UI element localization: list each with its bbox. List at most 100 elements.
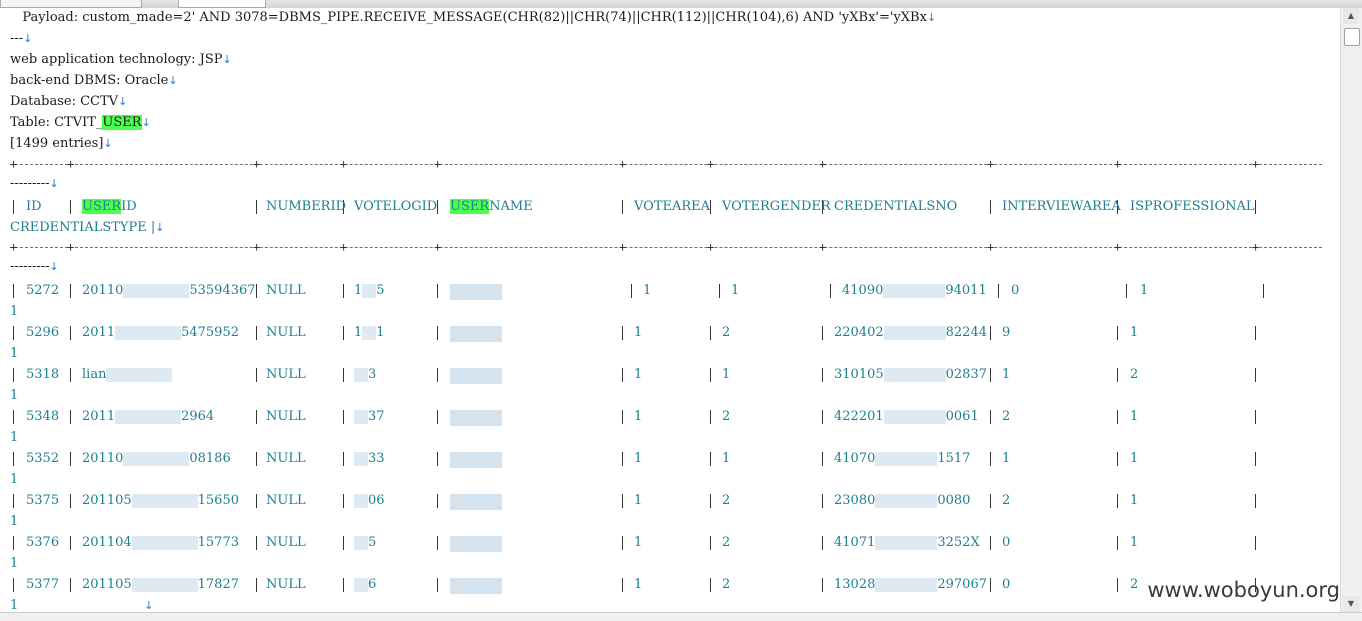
redacted-block (875, 536, 938, 550)
table-cell: 5352 (26, 451, 60, 466)
separator-plus: + (434, 157, 442, 171)
search-highlight: USER (450, 199, 490, 214)
table-cell: NULL (266, 283, 306, 298)
column-pipe (70, 326, 71, 340)
column-pipe (1117, 494, 1118, 508)
text-line: Table: CTVIT_USER↓ (10, 115, 151, 130)
separator-plus: + (819, 240, 827, 254)
separator-plus: + (819, 157, 827, 171)
column-pipe (13, 368, 14, 382)
redacted-block (450, 578, 502, 594)
column-pipe (343, 284, 344, 298)
tab-active[interactable] (178, 0, 266, 8)
column-header: USERID (82, 199, 137, 214)
separator-plus: + (253, 240, 261, 254)
vertical-scrollbar[interactable]: ▲ ▼ (1340, 8, 1362, 612)
column-pipe (1263, 284, 1264, 298)
table-cell: 37 (354, 410, 385, 424)
separator-plus: + (619, 157, 627, 171)
column-pipe (1117, 410, 1118, 424)
table-cell: 1 (1140, 283, 1149, 298)
column-header: USERNAME (450, 199, 533, 214)
table-cell (450, 578, 502, 598)
column-pipe (990, 452, 991, 466)
column-pipe (256, 452, 257, 466)
table-cell: 2 (722, 325, 731, 340)
column-header: ID (26, 199, 42, 214)
table-cell: 5272 (26, 283, 60, 298)
scroll-up-icon[interactable]: ▲ (1343, 8, 1359, 24)
separator-plus: + (1252, 240, 1260, 254)
table-cell: 1 (722, 451, 731, 466)
column-pipe (70, 536, 71, 550)
redacted-block (131, 494, 198, 508)
column-pipe (822, 578, 823, 592)
separator-plus: + (1114, 157, 1122, 171)
column-pipe (990, 494, 991, 508)
table-cell: 41090 94011 (842, 283, 987, 298)
table-cell-wrap: 1 (10, 304, 19, 319)
table-cell: 1 (634, 493, 643, 508)
redacted-block (123, 452, 190, 466)
column-pipe (13, 494, 14, 508)
column-pipe (1255, 410, 1256, 424)
separator-plus: + (1114, 240, 1122, 254)
column-pipe (822, 326, 823, 340)
column-pipe (990, 368, 991, 382)
table-cell: 201105 17827 (82, 577, 239, 592)
table-cell: lian (82, 368, 173, 382)
column-pipe (990, 326, 991, 340)
column-pipe (70, 200, 71, 214)
table-cell: NULL (266, 325, 306, 340)
column-pipe (13, 326, 14, 340)
column-pipe (70, 284, 71, 298)
text-line: [1499 entries]↓ (10, 136, 113, 151)
scrollbar-thumb[interactable] (1344, 28, 1360, 46)
column-header: VOTEAREA (634, 199, 711, 214)
column-pipe (256, 326, 257, 340)
column-pipe (710, 200, 711, 214)
table-cell-wrap: 1 (10, 556, 19, 571)
column-pipe (343, 578, 344, 592)
table-cell: 0 (1002, 577, 1011, 592)
table-cell: 13028 297067 (834, 577, 987, 592)
redacted-block (883, 284, 946, 298)
table-cell: 5377 (26, 577, 60, 592)
scroll-down-icon[interactable]: ▼ (1343, 596, 1359, 612)
table-cell (450, 536, 502, 556)
separator-plus: + (987, 157, 995, 171)
redacted-block (875, 494, 938, 508)
column-pipe (13, 284, 14, 298)
separator-tail: ---------↓ (10, 259, 59, 274)
table-cell: 220402 82244 (834, 325, 987, 340)
table-cell: 1 (1130, 409, 1139, 424)
line-end-arrow-icon: ↓ (926, 11, 937, 24)
column-pipe (710, 410, 711, 424)
column-pipe (256, 410, 257, 424)
separator-tail: ---------↓ (10, 176, 59, 191)
column-pipe (437, 536, 438, 550)
redacted-block (450, 410, 502, 426)
text-editor-area[interactable]: Payload: custom_made=2' AND 3078=DBMS_PI… (0, 8, 1340, 612)
table-cell-wrap: 1 ↓ (10, 598, 154, 613)
column-pipe (990, 536, 991, 550)
separator-plus: + (67, 240, 75, 254)
line-end-arrow-icon: ↓ (155, 221, 165, 234)
column-pipe (1255, 494, 1256, 508)
table-cell (450, 494, 502, 514)
separator-plus: + (987, 240, 995, 254)
column-pipe (437, 410, 438, 424)
column-pipe (710, 326, 711, 340)
table-cell: 1 (634, 367, 643, 382)
column-pipe (70, 494, 71, 508)
table-cell: 5348 (26, 409, 60, 424)
table-cell: 422201 0061 (834, 409, 979, 424)
table-cell: 1 (731, 283, 740, 298)
redacted-block (354, 494, 368, 508)
separator-plus: + (707, 240, 715, 254)
tab-document[interactable] (0, 0, 142, 8)
column-header: CREDENTIALSNO (834, 199, 958, 214)
redacted-block (875, 452, 938, 466)
table-cell: 23080 0080 (834, 493, 971, 508)
column-pipe (1255, 326, 1256, 340)
